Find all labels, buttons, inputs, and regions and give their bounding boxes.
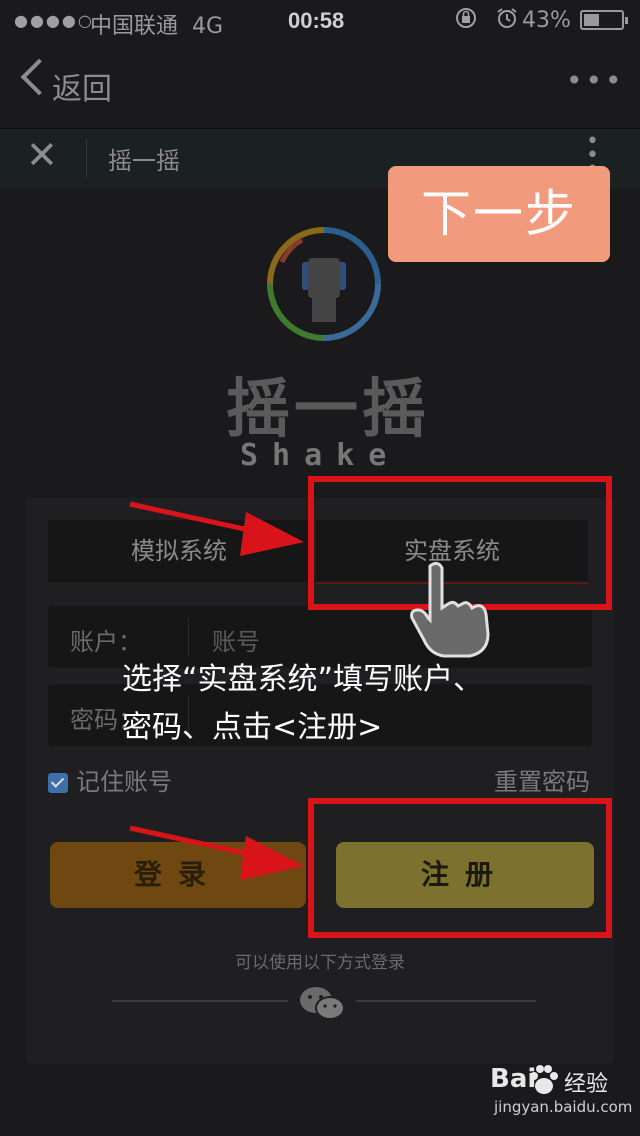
- highlight-box-register: [308, 798, 612, 938]
- battery-icon: [580, 10, 628, 30]
- status-bar: ●●●●○ 中国联通 4G 00:58 43%: [0, 0, 640, 42]
- divider: [112, 1000, 288, 1002]
- alarm-clock-icon: [497, 8, 517, 28]
- nav-bar: 返回 •••: [0, 42, 640, 128]
- battery-percent: 43%: [522, 8, 571, 33]
- logo-title: 摇一摇: [226, 372, 430, 447]
- arrow-icon: [129, 825, 304, 880]
- battery-level-fill: [584, 14, 599, 26]
- shake-logo-icon: [267, 227, 381, 341]
- remember-account-checkbox[interactable]: 记住账号: [48, 762, 172, 797]
- page-title: 摇一摇: [108, 147, 180, 175]
- reset-password-link[interactable]: 重置密码: [494, 762, 590, 797]
- watermark-url: jingyan.baidu.com: [494, 1098, 633, 1116]
- status-time: 00:58: [288, 8, 345, 33]
- next-step-badge: 下一步: [388, 166, 610, 262]
- divider: [86, 139, 87, 177]
- status-icons: [454, 6, 519, 32]
- account-input[interactable]: 账号: [212, 622, 260, 657]
- baidu-jingyan-watermark: Bai 经验 jingyan.baidu.com: [486, 1064, 632, 1124]
- remember-account-label: 记住账号: [76, 768, 172, 796]
- instruction-line: 密码、点击<注册>: [122, 710, 383, 745]
- divider: [356, 1000, 536, 1002]
- instruction-line: 选择“实盘系统”填写账户、: [122, 662, 484, 697]
- checkbox-checked-icon[interactable]: [48, 773, 68, 793]
- watermark-brand-cn: 经验: [564, 1072, 609, 1097]
- instruction-text: 选择“实盘系统”填写账户、 密码、点击<注册>: [122, 656, 542, 752]
- logo-subtitle: Shake: [240, 438, 401, 473]
- more-horizontal-icon[interactable]: •••: [566, 64, 625, 97]
- alt-login-text: 可以使用以下方式登录: [235, 953, 405, 973]
- carrier-name: 中国联通 4G: [90, 14, 224, 39]
- baidu-paw-icon: [530, 1065, 558, 1094]
- arrow-icon: [129, 501, 304, 556]
- hand-pointer-icon: [410, 561, 490, 658]
- account-label: 账户：: [70, 628, 142, 656]
- back-button[interactable]: 返回: [52, 64, 112, 108]
- signal-strength: ●●●●○: [14, 11, 94, 30]
- orientation-lock-icon: [456, 8, 476, 28]
- wechat-icon[interactable]: [298, 984, 346, 1024]
- close-icon[interactable]: ✕: [26, 133, 58, 177]
